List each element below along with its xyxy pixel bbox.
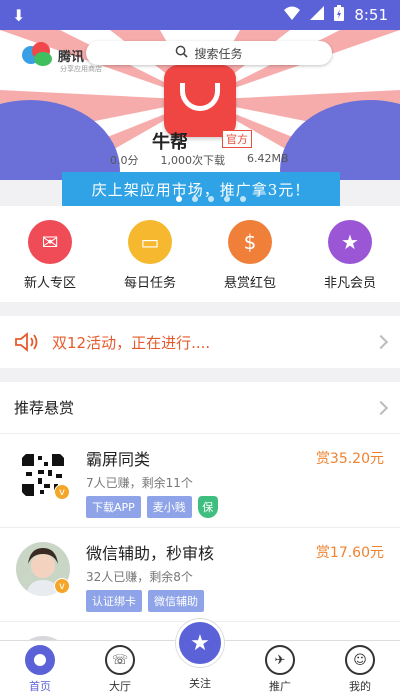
tab-label: 关注 [189, 677, 211, 690]
tab-profile[interactable]: ☺ 我的 [320, 641, 400, 700]
task-progress: 7人已赚，剩余11个 [86, 476, 193, 490]
official-badge: 官方 [222, 130, 252, 148]
logo-subtitle: 分享应用商店 [60, 65, 102, 73]
recommended-header[interactable]: 推荐悬赏 [0, 382, 400, 434]
home-icon [25, 645, 55, 675]
carousel-dot[interactable] [192, 196, 198, 202]
vip-coin-icon: ★ [328, 220, 372, 264]
task-progress: 32人已赚，剩余8个 [86, 570, 193, 584]
hall-icon: ☏ [105, 645, 135, 675]
task-tag: 认证绑卡 [86, 590, 142, 612]
notice-text: 双12活动，正在进行.... [52, 333, 211, 352]
money-bag-icon: $ [228, 220, 272, 264]
search-bar[interactable]: 搜索任务 [86, 41, 332, 65]
task-tag: 微信辅助 [148, 590, 204, 612]
quick-item-label: 新人专区 [23, 276, 76, 291]
speaker-icon [14, 331, 40, 353]
signal-icon [310, 6, 325, 24]
chevron-right-icon [373, 334, 389, 350]
guarantee-shield-icon: 保 [197, 496, 218, 518]
brand-logo: 腾讯 分享应用商店 [22, 42, 102, 73]
star-icon: ★ [176, 619, 224, 667]
verified-badge-icon: v [54, 578, 70, 594]
task-title: 微信辅助，秒审核 [86, 544, 215, 563]
quick-item-label: 非凡会员 [323, 276, 376, 291]
tab-promote[interactable]: ✈ 推广 [240, 641, 320, 700]
compass-icon: ✈ [265, 645, 295, 675]
logo-mark-icon [22, 42, 54, 68]
task-tags: 下载APP 麦小贱 保 [86, 496, 218, 518]
carousel-dot[interactable] [176, 196, 182, 202]
task-reward: 赏35.20元 [315, 451, 384, 467]
task-row[interactable]: v 微信辅助，秒审核 32人已赚，剩余8个 赏17.60元 认证绑卡 微信辅助 [0, 528, 400, 622]
carousel-dot[interactable] [240, 196, 246, 202]
quick-item-daily-task[interactable]: ▭ 每日任务 [100, 206, 200, 302]
app-name: 牛帮 [152, 132, 188, 153]
clock: 8:51 [354, 6, 388, 24]
carousel-dot[interactable] [224, 196, 230, 202]
banner[interactable]: 牛帮 官方 0.0分 1,000次下载 6.42MB 腾讯 分享应用商店 搜索任… [0, 30, 400, 180]
quick-item-label: 每日任务 [123, 276, 176, 291]
app-meta: 0.0分 1,000次下载 6.42MB [110, 152, 289, 168]
laptop-icon: ▭ [128, 220, 172, 264]
carousel-dot[interactable] [208, 196, 214, 202]
app-icon [164, 65, 236, 137]
task-title: 霸屏同类 [86, 450, 151, 469]
section-title: 推荐悬赏 [14, 399, 75, 417]
tab-label: 推广 [269, 680, 291, 693]
logo-name: 腾讯 [58, 49, 85, 65]
app-size: 6.42MB [247, 152, 289, 165]
tab-follow[interactable]: ★ 关注 [160, 619, 240, 700]
search-icon [175, 45, 189, 61]
task-row[interactable]: v 霸屏同类 7人已赚，剩余11个 赏35.20元 下载APP 麦小贱 保 [0, 434, 400, 528]
tab-hall[interactable]: ☏ 大厅 [80, 641, 160, 700]
tab-home[interactable]: 首页 [0, 641, 80, 700]
quick-item-vip[interactable]: ★ 非凡会员 [300, 206, 400, 302]
tab-label: 大厅 [109, 680, 131, 693]
tab-label: 我的 [349, 680, 371, 693]
red-envelope-icon: ✉ [28, 220, 72, 264]
quick-item-label: 悬赏红包 [223, 276, 276, 291]
chevron-right-icon [373, 400, 389, 415]
task-tag: 下载APP [86, 496, 141, 518]
download-icon: ⬇ [12, 5, 26, 25]
user-icon: ☺ [345, 645, 375, 675]
app-score: 0.0分 [110, 154, 139, 167]
task-reward: 赏17.60元 [315, 545, 384, 561]
verified-badge-icon: v [54, 484, 70, 500]
more-menu-icon[interactable] [370, 42, 380, 64]
quick-item-newcomer[interactable]: ✉ 新人专区 [0, 206, 100, 302]
bottom-tab-bar: 首页 ☏ 大厅 ★ 关注 ✈ 推广 ☺ 我的 [0, 619, 400, 700]
status-bar: ⬇ 8:51 [0, 0, 400, 30]
quick-item-bounty[interactable]: $ 悬赏红包 [200, 206, 300, 302]
activity-notice[interactable]: 双12活动，正在进行.... [0, 316, 400, 368]
carousel-dots [176, 196, 246, 202]
wifi-icon [284, 6, 301, 24]
quick-nav: ✉ 新人专区 ▭ 每日任务 $ 悬赏红包 ★ 非凡会员 [0, 206, 400, 302]
task-tags: 认证绑卡 微信辅助 [86, 590, 204, 612]
search-placeholder: 搜索任务 [194, 46, 243, 61]
battery-charging-icon [334, 5, 345, 25]
task-tag: 麦小贱 [146, 496, 192, 518]
tab-label: 首页 [29, 680, 51, 693]
app-downloads: 1,000次下载 [160, 154, 226, 167]
